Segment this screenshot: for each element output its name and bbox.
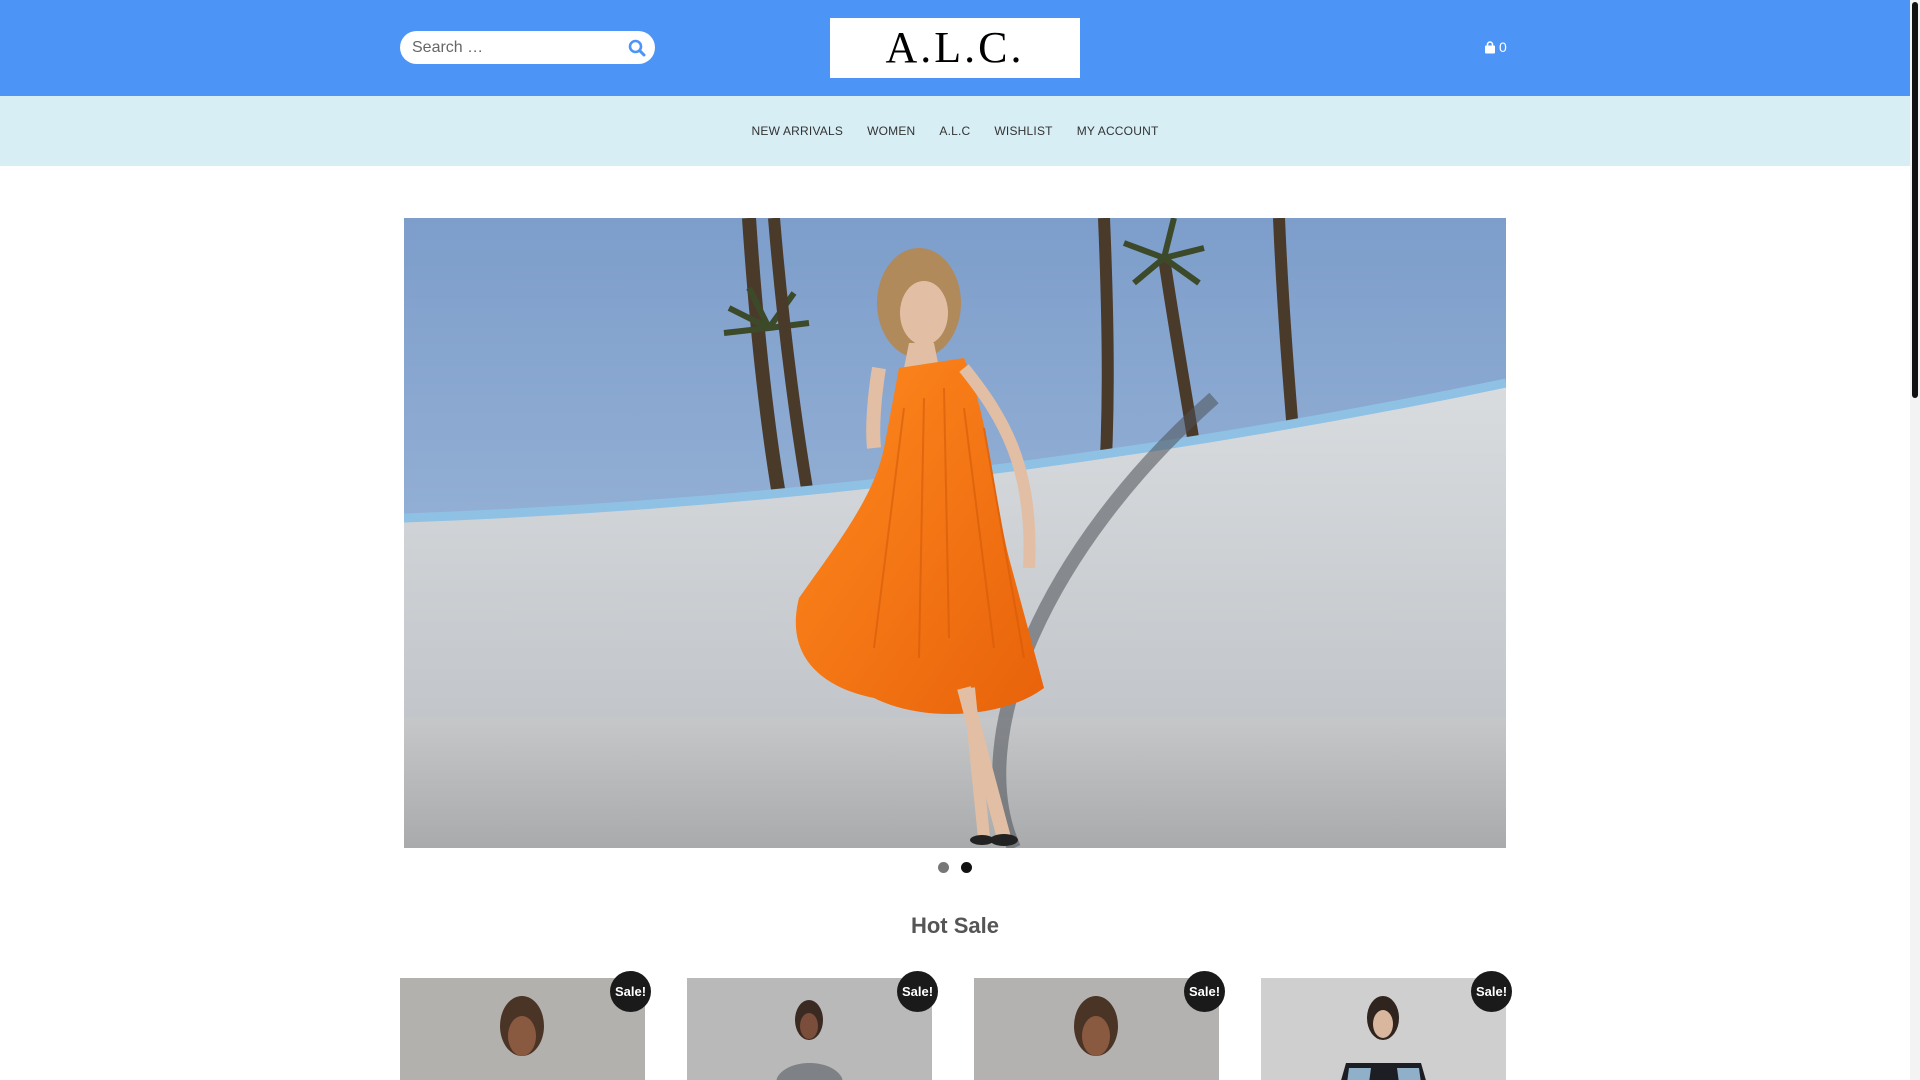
product-image xyxy=(400,978,645,1080)
site-logo[interactable]: A.L.C. xyxy=(830,18,1080,78)
nav-item-alc[interactable]: A.L.C xyxy=(939,124,970,138)
page: A.L.C. 0 NEW ARRIVALS WOMEN A.L.C WISHLI… xyxy=(0,0,1920,1080)
main-nav: NEW ARRIVALS WOMEN A.L.C WISHLIST MY ACC… xyxy=(0,96,1910,166)
search-form xyxy=(400,31,655,64)
hero-slider-image[interactable] xyxy=(404,218,1506,848)
nav-item-my-account[interactable]: MY ACCOUNT xyxy=(1077,124,1159,138)
nav-item-women[interactable]: WOMEN xyxy=(867,124,915,138)
site-header: A.L.C. 0 xyxy=(0,0,1910,96)
sale-badge: Sale! xyxy=(610,971,651,1012)
product-image xyxy=(974,978,1219,1080)
product-image xyxy=(1261,978,1506,1080)
product-card[interactable] xyxy=(974,978,1219,1080)
viewport: A.L.C. 0 NEW ARRIVALS WOMEN A.L.C WISHLI… xyxy=(0,0,1910,1080)
search-button[interactable] xyxy=(625,36,649,60)
sale-badge: Sale! xyxy=(1184,971,1225,1012)
logo-text: A.L.C. xyxy=(885,23,1025,72)
shopping-bag-icon xyxy=(1485,40,1495,53)
product-image xyxy=(687,978,932,1080)
slider-dots xyxy=(0,862,1910,873)
slider-dot-1[interactable] xyxy=(938,862,949,873)
cart-count: 0 xyxy=(1499,39,1507,55)
sale-badge: Sale! xyxy=(1471,971,1512,1012)
hero-photo xyxy=(404,218,1506,848)
nav-item-wishlist[interactable]: WISHLIST xyxy=(994,124,1052,138)
scrollbar-thumb[interactable] xyxy=(1912,2,1918,398)
product-card[interactable] xyxy=(687,978,932,1080)
nav-list: NEW ARRIVALS WOMEN A.L.C WISHLIST MY ACC… xyxy=(0,96,1910,166)
sale-badge: Sale! xyxy=(897,971,938,1012)
product-card[interactable] xyxy=(1261,978,1506,1080)
product-card[interactable] xyxy=(400,978,645,1080)
nav-item-new-arrivals[interactable]: NEW ARRIVALS xyxy=(752,124,844,138)
search-input[interactable] xyxy=(412,31,617,64)
page-scrollbar[interactable] xyxy=(1910,0,1920,1080)
slider-dot-2[interactable] xyxy=(961,862,972,873)
search-icon xyxy=(628,39,646,57)
hot-sale-heading: Hot Sale xyxy=(910,913,1000,938)
cart-link[interactable]: 0 xyxy=(1484,39,1507,55)
